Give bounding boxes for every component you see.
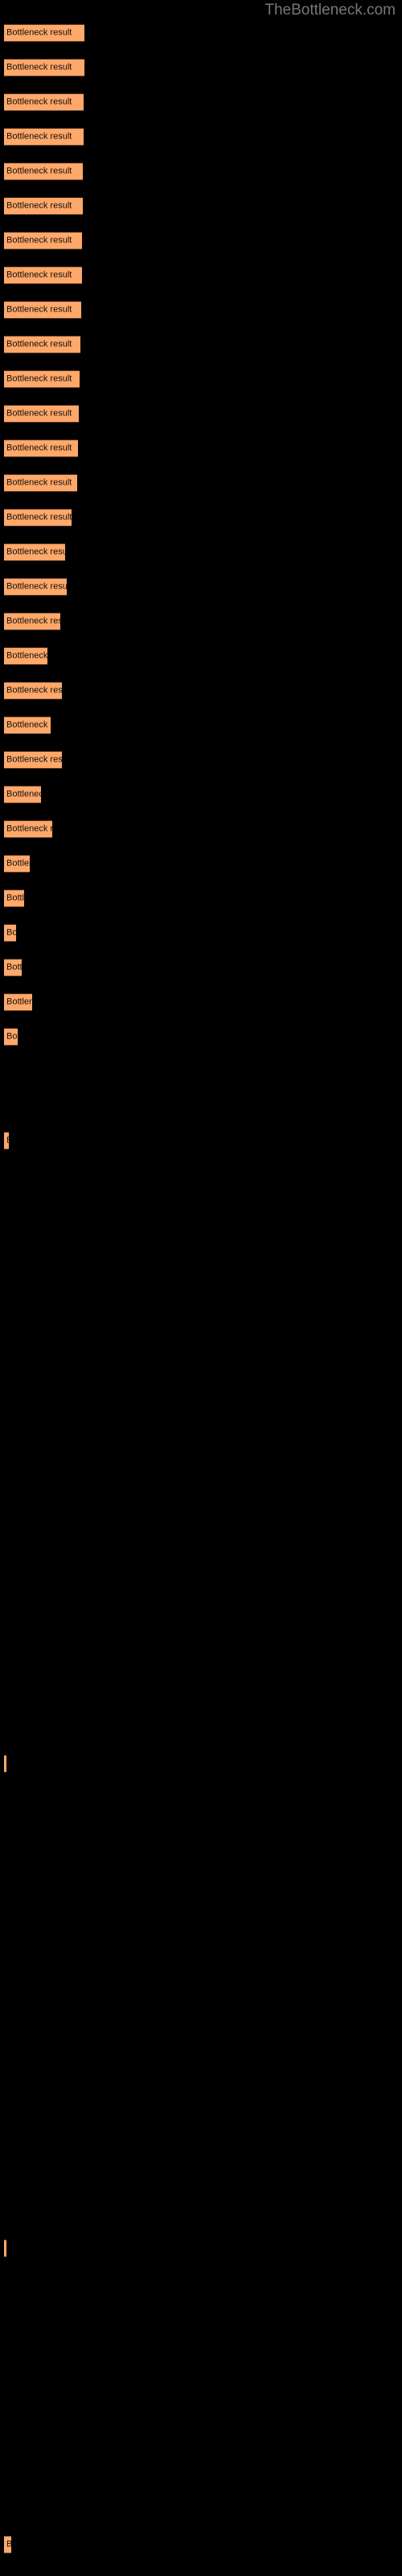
- bar-17: Bottleneck result: [4, 578, 67, 596]
- bar-label: Bottleneck result: [6, 512, 72, 522]
- bar-20: Bottleneck result: [4, 682, 62, 700]
- bar-73: Bottleneck result: [4, 2536, 11, 2553]
- bar-7: Bottleneck result: [4, 232, 82, 250]
- bar-5: Bottleneck result: [4, 163, 83, 180]
- bar-label: Bottleneck result: [6, 374, 72, 384]
- bar-label: Bottleneck result: [6, 685, 62, 696]
- bar-51: Bottleneck result: [4, 1755, 6, 1773]
- bottleneck-bar-chart: TheBottleneck.com Bottleneck result Bottl…: [0, 0, 402, 2576]
- bar-13: Bottleneck result: [4, 440, 78, 457]
- bar-28: Bottleneck result: [4, 959, 22, 976]
- bar-12: Bottleneck result: [4, 405, 79, 423]
- bar-label: Bottleneck result: [6, 962, 22, 972]
- bar-label: Bottleneck result: [6, 2540, 11, 2550]
- bar-label: Bottleneck result: [6, 166, 72, 176]
- bar-series: Bottleneck result Bottleneck result Bottle…: [0, 0, 402, 2576]
- bar-label: Bottleneck result: [6, 824, 52, 834]
- bar-label: Bottleneck result: [6, 27, 72, 38]
- bar-label: Bottleneck result: [6, 339, 72, 349]
- bar-18: Bottleneck result: [4, 613, 60, 630]
- bar-label: Bottleneck result: [6, 581, 67, 592]
- bar-label: Bottleneck result: [6, 650, 47, 661]
- bar-label: Bottleneck result: [6, 893, 24, 903]
- bar-65: Bottleneck result: [4, 2240, 6, 2257]
- bar-21: Bottleneck result: [4, 716, 51, 734]
- bar-label: Bottleneck result: [6, 858, 30, 869]
- bar-23: Bottleneck result: [4, 786, 41, 803]
- bar-label: Bottleneck result: [6, 927, 16, 938]
- bar-label: Bottleneck result: [6, 720, 51, 730]
- bar-label: Bottleneck result: [6, 997, 32, 1007]
- bar-11: Bottleneck result: [4, 370, 80, 388]
- bar-label: Bottleneck result: [6, 754, 62, 765]
- bar-15: Bottleneck result: [4, 509, 72, 526]
- bar-label: Bottleneck result: [6, 547, 65, 557]
- bar-2: Bottleneck result: [4, 59, 84, 76]
- bar-label: Bottleneck result: [6, 304, 72, 315]
- bar-label: Bottleneck result: [6, 200, 72, 211]
- bar-26: Bottleneck result: [4, 890, 24, 907]
- bar-label: Bottleneck result: [6, 62, 72, 72]
- bar-10: Bottleneck result: [4, 336, 80, 353]
- bar-19: Bottleneck result: [4, 647, 47, 665]
- bar-24: Bottleneck result: [4, 820, 52, 838]
- bar-25: Bottleneck result: [4, 855, 30, 873]
- bar-label: Bottleneck result: [6, 408, 72, 419]
- bar-label: Bottleneck result: [6, 616, 60, 626]
- bar-label: Bottleneck result: [6, 235, 72, 246]
- bar-4: Bottleneck result: [4, 128, 84, 146]
- bar-label: Bottleneck result: [6, 270, 72, 280]
- bar-33: Bottleneck result: [4, 1132, 9, 1150]
- bar-label: Bottleneck result: [6, 443, 72, 453]
- bar-30: Bottleneck result: [4, 1028, 18, 1046]
- bar-14: Bottleneck result: [4, 474, 77, 492]
- bar-label: Bottleneck result: [6, 477, 72, 488]
- bar-27: Bottleneck result: [4, 924, 16, 942]
- bar-16: Bottleneck result: [4, 543, 65, 561]
- bar-22: Bottleneck result: [4, 751, 62, 769]
- bar-29: Bottleneck result: [4, 993, 32, 1011]
- bar-3: Bottleneck result: [4, 93, 84, 111]
- bar-label: Bottleneck result: [6, 1136, 9, 1146]
- bar-label: Bottleneck result: [6, 1031, 18, 1042]
- bar-1: Bottleneck result: [4, 24, 84, 42]
- bar-6: Bottleneck result: [4, 197, 83, 215]
- bar-label: Bottleneck result: [6, 97, 72, 107]
- bar-9: Bottleneck result: [4, 301, 81, 319]
- bar-8: Bottleneck result: [4, 266, 82, 284]
- bar-label: Bottleneck result: [6, 789, 41, 799]
- bar-label: Bottleneck result: [6, 131, 72, 142]
